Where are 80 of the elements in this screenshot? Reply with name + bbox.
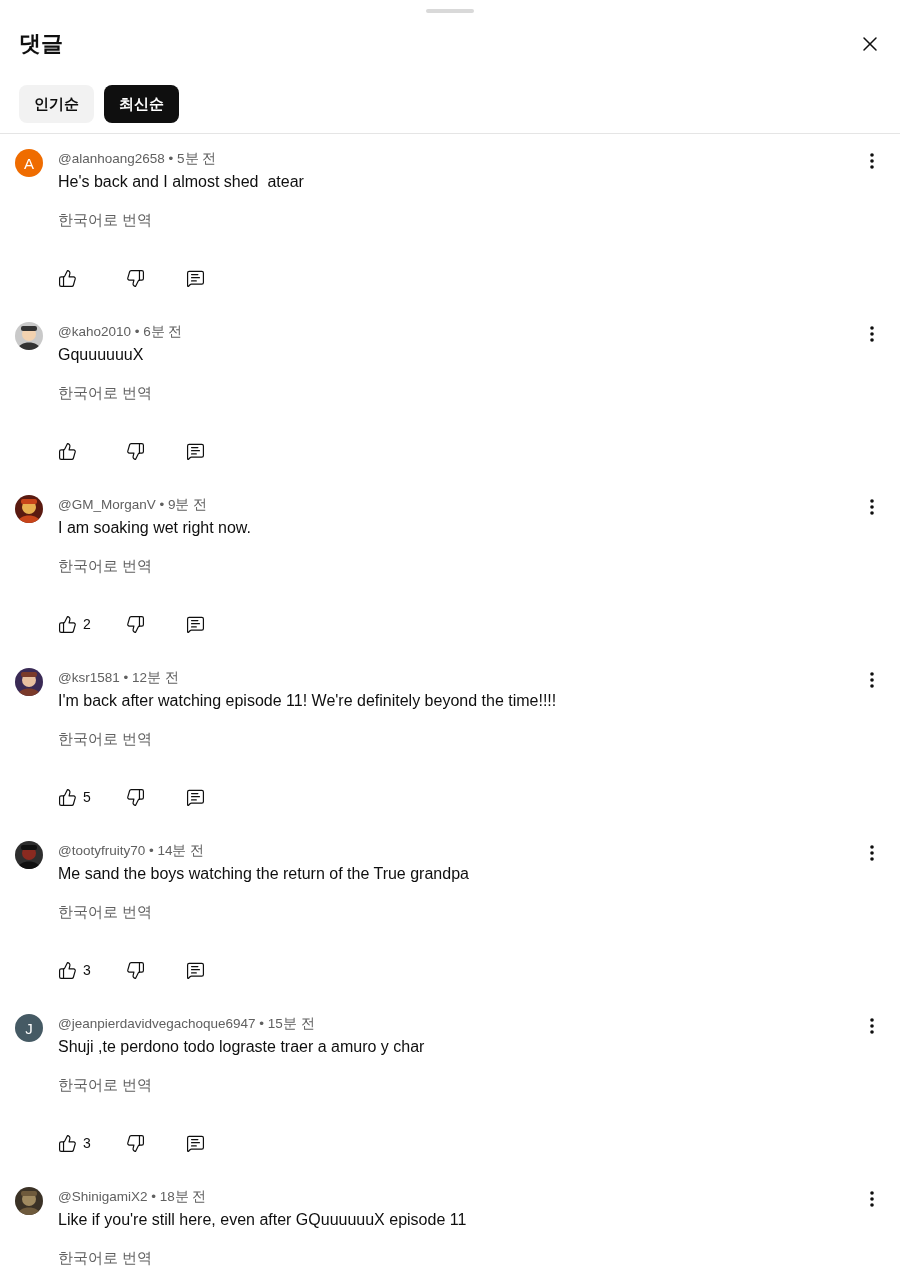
like-button[interactable]: 2 [58,614,91,634]
comment-meta: @ShinigamiX2 • 18분 전 [58,1188,208,1206]
comment-text: He's back and I almost shed atear [58,172,305,192]
dislike-button[interactable] [126,268,145,288]
translate-link[interactable]: 한국어로 번역 [58,210,153,230]
drag-handle[interactable] [426,9,474,13]
reply-icon [186,268,205,288]
comment-meta: @alanhoang2658 • 5분 전 [58,150,218,168]
sort-tab[interactable]: 인기순 [19,85,94,123]
comment-text: Like if you're still here, even after GQuuuuuuX episode 11 [58,1210,468,1230]
sort-tab[interactable]: 최신순 [104,85,179,123]
thumbs-down-icon [126,1133,145,1153]
thumbs-down-icon [126,960,145,980]
like-count: 2 [83,616,91,632]
translate-link[interactable]: 한국어로 번역 [58,556,153,576]
more-icon [870,672,874,688]
reply-icon [186,787,205,807]
sheet-title: 댓글 [19,30,63,58]
thumbs-up-icon [58,441,77,461]
translate-link[interactable]: 한국어로 번역 [58,383,153,403]
more-icon [870,1018,874,1034]
like-button[interactable] [58,441,77,461]
more-button[interactable] [870,845,874,861]
reply-button[interactable] [186,441,205,461]
more-icon [870,1191,874,1207]
translate-link[interactable]: 한국어로 번역 [58,729,153,749]
dislike-button[interactable] [126,441,145,461]
more-icon [870,153,874,169]
thumbs-down-icon [126,787,145,807]
like-button[interactable]: 5 [58,787,91,807]
reply-icon [186,960,205,980]
more-button[interactable] [870,672,874,688]
like-count: 3 [83,1135,91,1151]
comment-text: Me sand the boys watching the return of the True grandpa [58,864,470,884]
like-count: 3 [83,962,91,978]
dislike-button[interactable] [126,787,145,807]
thumbs-up-icon [58,614,77,634]
dislike-button[interactable] [126,614,145,634]
thumbs-up-icon [58,1133,77,1153]
reply-button[interactable] [186,268,205,288]
dislike-button[interactable] [126,960,145,980]
reply-icon [186,614,205,634]
more-button[interactable] [870,153,874,169]
translate-link[interactable]: 한국어로 번역 [58,902,153,922]
comment-meta: @GM_MorganV • 9분 전 [58,496,209,514]
dislike-button[interactable] [126,1133,145,1153]
comment-meta: @kaho2010 • 6분 전 [58,323,184,341]
thumbs-up-icon [58,268,77,288]
more-icon [870,499,874,515]
reply-button[interactable] [186,614,205,634]
reply-button[interactable] [186,1133,205,1153]
thumbs-down-icon [126,268,145,288]
reply-icon [186,1133,205,1153]
thumbs-up-icon [58,960,77,980]
thumbs-up-icon [58,787,77,807]
reply-icon [186,441,205,461]
comment-text: I am soaking wet right now. [58,518,252,538]
more-button[interactable] [870,326,874,342]
thumbs-down-icon [126,441,145,461]
comment-meta: @jeanpierdavidvegachoque6947 • 15분 전 [58,1015,316,1033]
comment-meta: @ksr1581 • 12분 전 [58,669,180,687]
more-icon [870,845,874,861]
translate-link[interactable]: 한국어로 번역 [58,1075,153,1095]
comment-meta: @tootyfruity70 • 14분 전 [58,842,206,860]
more-button[interactable] [870,1018,874,1034]
avatar[interactable]: J [15,1014,43,1042]
like-button[interactable] [58,268,77,288]
like-button[interactable]: 3 [58,1133,91,1153]
more-button[interactable] [870,1191,874,1207]
like-button[interactable]: 3 [58,960,91,980]
comment-text: Shuji ,te perdono todo lograste traer a amuro y char [58,1037,426,1057]
reply-button[interactable] [186,787,205,807]
thumbs-down-icon [126,614,145,634]
like-count: 5 [83,789,91,805]
reply-button[interactable] [186,960,205,980]
comment-text: GquuuuuuX [58,345,145,365]
translate-link[interactable]: 한국어로 번역 [58,1248,153,1268]
comment-text: I'm back after watching episode 11! We're definitely beyond the time!!!! [58,691,558,711]
more-icon [870,326,874,342]
more-button[interactable] [870,499,874,515]
